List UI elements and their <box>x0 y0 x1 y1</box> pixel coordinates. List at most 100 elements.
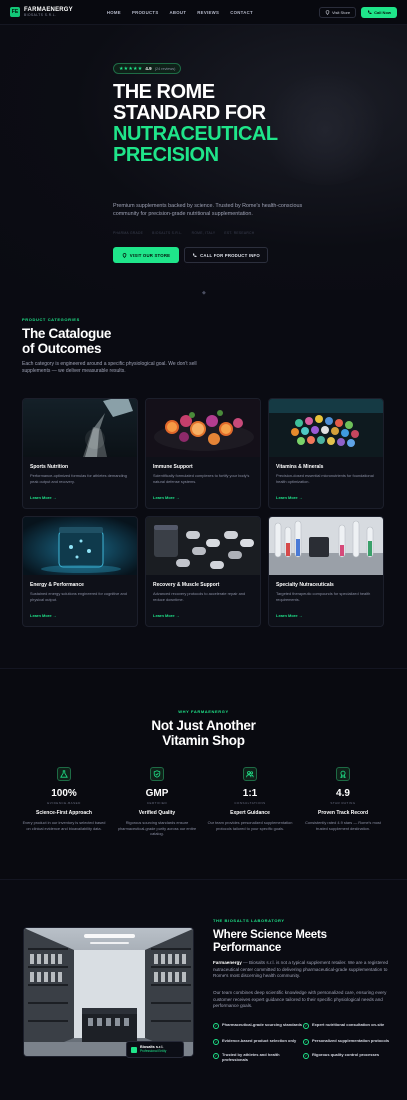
learn-more-link[interactable]: Learn More → <box>153 613 180 618</box>
call-for-info-label: CALL FOR PRODUCT INFO <box>200 252 260 258</box>
card-title: Immune Support <box>153 464 193 470</box>
stat-description: Every product in our inventory is select… <box>22 820 106 831</box>
why-title-line: Vitamin Shop <box>162 733 245 748</box>
category-card-vitamins-minerals[interactable]: Vitamins & Minerals Precision-dosed esse… <box>268 398 384 509</box>
feature-text: Expert nutritional consultation on-site <box>312 1022 385 1027</box>
hero-title-accent: NUTRACEUTICAL <box>113 123 278 145</box>
users-icon <box>243 767 257 781</box>
badge-logo-icon <box>131 1046 137 1053</box>
lab-paragraph-2: Our team combines deep scientific knowle… <box>213 990 387 1009</box>
category-card-recovery-muscle[interactable]: Recovery & Muscle Support Advanced recov… <box>145 516 261 627</box>
why-title: Not Just Another Vitamin Shop <box>0 718 407 748</box>
feature-text: Evidence-based product selection only <box>222 1038 297 1043</box>
card-title: Recovery & Muscle Support <box>153 582 220 588</box>
feature-text: Rigorous quality control processes <box>312 1052 380 1057</box>
logo-name: FARMAENERGY <box>24 6 73 13</box>
stat-value: GMP <box>145 788 169 799</box>
feature-text: Personalized supplementation protocols <box>312 1038 390 1043</box>
badge-subtitle: Professional Entity <box>140 1049 167 1054</box>
check-icon: ✓ <box>213 1052 219 1059</box>
stat-label: CERTIFIED <box>146 801 168 805</box>
why-title-line: Not Just Another <box>151 718 256 733</box>
map-pin-icon <box>325 9 330 15</box>
hero-badge: ROME, ITALY <box>191 231 216 235</box>
stat-title: Proven Track Record <box>317 810 369 816</box>
card-description: Precision-dosed essential micronutrients… <box>276 473 374 484</box>
hero-description: Premium supplements backed by science. T… <box>113 203 303 218</box>
rating-pill: ★★★★★ 4.9 (24 reviews) <box>113 63 182 74</box>
nav-link-contact[interactable]: CONTACT <box>230 10 253 15</box>
category-card-energy-performance[interactable]: Energy & Performance Sustained energy so… <box>22 516 138 627</box>
star-rating-icon: ★★★★★ <box>119 65 143 72</box>
learn-more-link[interactable]: Learn More → <box>30 613 57 618</box>
card-title: Energy & Performance <box>30 582 84 588</box>
card-description: Scientifically formulated complexes to f… <box>153 473 250 484</box>
recovery-muscle-image <box>146 517 260 575</box>
catalogue-eyebrow: PRODUCT CATEGORIES <box>22 317 80 322</box>
card-description: Advanced recovery protocols to accelerat… <box>153 591 246 602</box>
shield-check-icon <box>150 767 164 781</box>
hero-section: ★★★★★ 4.9 (24 reviews) THE ROME STANDARD… <box>0 25 407 296</box>
energy-performance-image <box>23 517 137 575</box>
why-section: WHY FARMAENERGY Not Just Another Vitamin… <box>0 668 407 880</box>
lab-title-line: Where Science Meets <box>213 929 327 941</box>
why-eyebrow: WHY FARMAENERGY <box>178 709 229 714</box>
sports-nutrition-image <box>23 399 137 457</box>
category-card-sports-nutrition[interactable]: Sports Nutrition Performance-optimized f… <box>22 398 138 509</box>
hero-badge: PHARMA GRADE <box>113 231 144 235</box>
learn-more-link[interactable]: Learn More → <box>276 613 303 618</box>
scroll-indicator-icon[interactable]: ◆ <box>202 290 206 296</box>
stat-value: 4.9 <box>336 788 350 799</box>
flask-icon <box>57 767 71 781</box>
award-icon <box>336 767 350 781</box>
rating-count: (24 reviews) <box>154 66 176 71</box>
feature-check-item: ✓ Evidence-based product selection only <box>213 1038 305 1045</box>
hero-title-accent: PRECISION <box>113 144 219 166</box>
logo[interactable]: FE FARMAENERGY BIOSALTS S.R.L. <box>10 7 73 17</box>
visit-store-button[interactable]: Visit Store <box>318 6 357 18</box>
hero-title-line: THE ROME <box>113 81 215 103</box>
stat-description: Consistently rated 4.9 stars — Rome's mo… <box>305 820 381 831</box>
feature-text: Trusted by athletes and health professio… <box>222 1052 280 1063</box>
nav-link-about[interactable]: ABOUT <box>169 10 186 15</box>
stat-expert-guidance: 1:1 CONSULTATIONS Expert Guidance Our te… <box>204 767 296 831</box>
stat-title: Science-First Approach <box>36 810 92 816</box>
catalogue-description: Each category is engineered around a spe… <box>22 361 197 375</box>
logo-subtitle: BIOSALTS S.R.L. <box>24 12 57 17</box>
category-card-immune-support[interactable]: Immune Support Scientifically formulated… <box>145 398 261 509</box>
call-for-info-button[interactable]: CALL FOR PRODUCT INFO <box>184 247 268 263</box>
visit-store-label: Visit Store <box>331 9 351 15</box>
visit-our-store-button[interactable]: VISIT OUR STORE <box>113 247 179 263</box>
learn-more-link[interactable]: Learn More → <box>276 495 303 500</box>
stat-label: STAR RATING <box>330 801 356 805</box>
visit-our-store-label: VISIT OUR STORE <box>129 252 171 258</box>
stat-label: EVIDENCE-BASED <box>47 801 81 805</box>
feature-check-item: ✓ Rigorous quality control processes <box>303 1052 395 1059</box>
nav-link-home[interactable]: HOME <box>107 10 121 15</box>
lab-paragraph-lead: Farmaenergy <box>213 960 242 965</box>
phone-icon <box>368 10 372 14</box>
map-pin-icon <box>122 252 127 258</box>
card-title: Sports Nutrition <box>30 464 69 470</box>
feature-check-item: ✓ Trusted by athletes and health profess… <box>213 1052 305 1063</box>
nav-link-products[interactable]: PRODUCTS <box>132 10 159 15</box>
phone-icon <box>193 253 197 257</box>
stat-value: 100% <box>51 788 77 799</box>
immune-support-image <box>146 399 260 457</box>
learn-more-link[interactable]: Learn More → <box>30 495 57 500</box>
nav-link-reviews[interactable]: REVIEWS <box>197 10 219 15</box>
rating-value: 4.9 <box>145 66 152 71</box>
laboratory-store-photo <box>23 927 194 1057</box>
card-title: Specialty Nutraceuticals <box>276 582 334 588</box>
card-description: Performance-optimized formulas for athle… <box>30 473 127 484</box>
stat-label: CONSULTATIONS <box>234 801 266 805</box>
lab-title: Where Science Meets Performance <box>213 929 393 954</box>
category-card-specialty-nutraceuticals[interactable]: Specialty Nutraceuticals Targeted therap… <box>268 516 384 627</box>
vitamins-minerals-image <box>269 399 383 457</box>
hero-badge: BIOSALTS S.R.L. <box>152 231 183 235</box>
call-now-button[interactable]: Call Now <box>361 6 397 18</box>
hero-title: THE ROME STANDARD FOR NUTRACEUTICAL PREC… <box>113 82 383 166</box>
learn-more-link[interactable]: Learn More → <box>153 495 180 500</box>
hero-badges: PHARMA GRADE BIOSALTS S.R.L. ROME, ITALY… <box>113 231 254 235</box>
check-icon: ✓ <box>213 1022 219 1029</box>
